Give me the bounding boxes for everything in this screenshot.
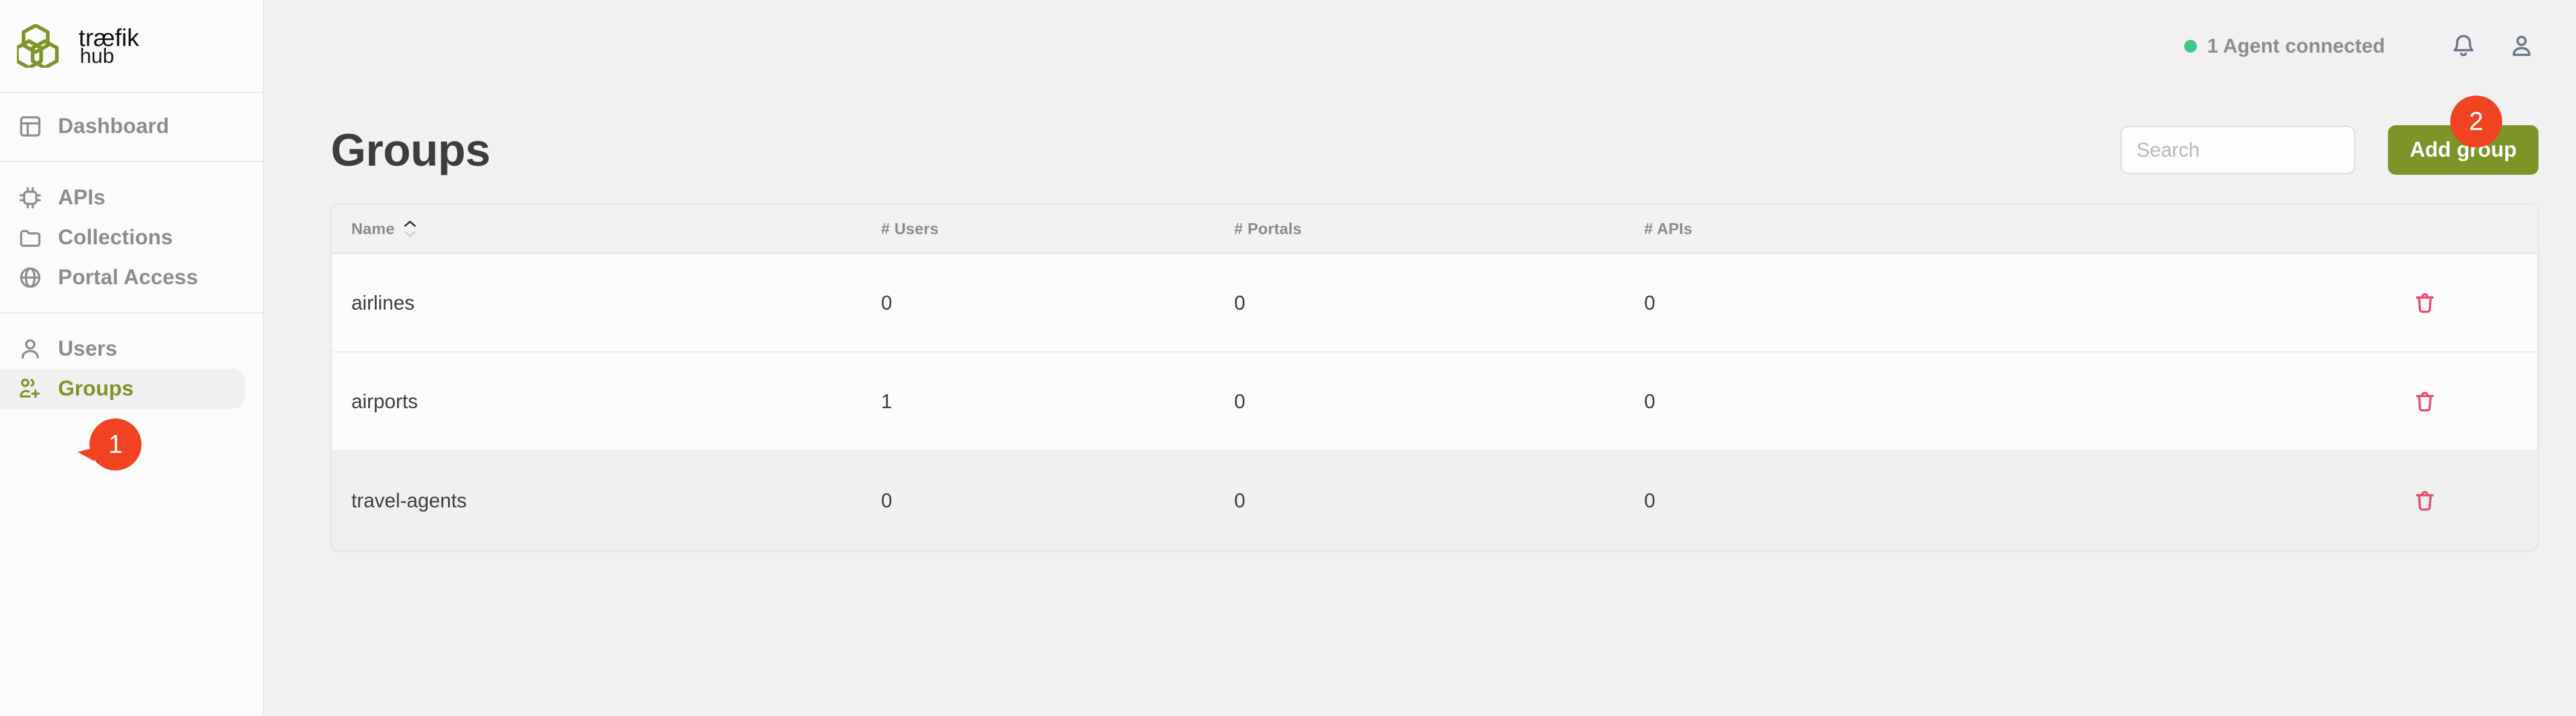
page-title: Groups bbox=[331, 125, 490, 175]
column-header-portals[interactable]: # Portals bbox=[1234, 220, 1644, 238]
cpu-chip-icon bbox=[16, 183, 45, 212]
column-header-apis[interactable]: # APIs bbox=[1644, 220, 2408, 238]
trash-icon[interactable] bbox=[2408, 484, 2441, 517]
search-box[interactable] bbox=[2121, 126, 2415, 174]
users-plus-icon bbox=[16, 374, 45, 403]
cell-portals: 0 bbox=[1234, 389, 1246, 412]
cell-name: travel-agents bbox=[351, 489, 467, 512]
annotation-badge-1: 1 bbox=[77, 418, 141, 470]
search-input[interactable] bbox=[2136, 138, 2394, 161]
trash-icon[interactable] bbox=[2408, 385, 2441, 418]
badge-number: 1 bbox=[89, 418, 141, 470]
sidebar-item-apis[interactable]: APIs bbox=[0, 178, 263, 218]
layout-dashboard-icon bbox=[16, 112, 45, 141]
sidebar-item-groups[interactable]: Groups bbox=[0, 369, 245, 409]
traefik-hexagons-logo-icon bbox=[15, 24, 73, 70]
app-root: træfik hub Dashboard APIs Collections Po… bbox=[0, 0, 2576, 716]
trash-icon[interactable] bbox=[2408, 287, 2441, 319]
sidebar-item-label: Portal Access bbox=[58, 265, 198, 289]
sidebar-item-portal-access[interactable]: Portal Access bbox=[0, 258, 263, 298]
top-bar: 1 Agent connected bbox=[264, 0, 2576, 92]
column-header-users[interactable]: # Users bbox=[881, 220, 1234, 238]
sidebar-group-catalog: APIs Collections Portal Access bbox=[0, 162, 263, 312]
cell-users: 0 bbox=[881, 489, 893, 512]
user-avatar-icon[interactable] bbox=[2505, 29, 2539, 63]
sidebar: træfik hub Dashboard APIs Collections Po… bbox=[0, 0, 264, 716]
bell-icon[interactable] bbox=[2447, 29, 2480, 63]
sidebar-item-label: APIs bbox=[58, 186, 106, 209]
add-group-button[interactable]: Add group bbox=[2388, 125, 2539, 175]
sidebar-item-label: Dashboard bbox=[58, 114, 169, 138]
agent-status: 1 Agent connected bbox=[2184, 34, 2385, 57]
sidebar-group-identity: Users Groups bbox=[0, 313, 263, 423]
sidebar-item-collections[interactable]: Collections bbox=[0, 218, 263, 258]
cell-portals: 0 bbox=[1234, 291, 1246, 314]
column-header-name[interactable]: Name bbox=[332, 220, 881, 238]
folder-icon bbox=[16, 223, 45, 252]
sidebar-item-label: Collections bbox=[58, 226, 173, 249]
sidebar-item-dashboard[interactable]: Dashboard bbox=[0, 106, 263, 146]
table-row[interactable]: travel-agents 0 0 0 bbox=[332, 451, 2537, 550]
sidebar-item-users[interactable]: Users bbox=[0, 329, 263, 369]
user-icon bbox=[16, 334, 45, 363]
cell-apis: 0 bbox=[1644, 489, 1656, 512]
table-row[interactable]: airlines 0 0 0 bbox=[332, 254, 2537, 353]
main-content: 1 Agent connected Groups Search Add grou… bbox=[264, 0, 2576, 716]
cell-name: airports bbox=[351, 389, 418, 412]
cell-portals: 0 bbox=[1234, 489, 1246, 512]
cell-actions bbox=[2408, 287, 2537, 319]
cell-apis: 0 bbox=[1644, 291, 1656, 314]
chevron-down-icon bbox=[404, 230, 416, 237]
svg-text:hub: hub bbox=[80, 45, 114, 65]
page-actions: Add group bbox=[2121, 125, 2539, 175]
page-content: Groups Add group bbox=[264, 114, 2576, 551]
sidebar-item-label: Users bbox=[58, 337, 117, 360]
chevron-up-icon bbox=[404, 220, 416, 227]
cell-apis: 0 bbox=[1644, 389, 1656, 412]
sort-indicator[interactable] bbox=[403, 220, 417, 238]
table-row[interactable]: airports 1 0 0 bbox=[332, 353, 2537, 451]
cell-actions bbox=[2408, 385, 2537, 418]
page-header: Groups Add group bbox=[331, 114, 2539, 186]
sidebar-group-main: Dashboard bbox=[0, 93, 263, 161]
agent-status-label: 1 Agent connected bbox=[2207, 34, 2385, 57]
badge-tail bbox=[77, 448, 95, 463]
cell-users: 0 bbox=[881, 291, 893, 314]
globe-icon bbox=[16, 263, 45, 292]
brand-wordmark: træfik hub bbox=[79, 28, 169, 65]
cell-actions bbox=[2408, 484, 2537, 517]
sidebar-item-label: Groups bbox=[58, 377, 134, 400]
cell-name: airlines bbox=[351, 291, 415, 314]
column-header-label: Name bbox=[351, 219, 395, 238]
table-header-row: Name # Users # Portals # APIs bbox=[332, 204, 2537, 254]
cell-users: 1 bbox=[881, 389, 893, 412]
brand-logo[interactable]: træfik hub bbox=[0, 0, 263, 92]
groups-table: Name # Users # Portals # APIs airlines 0… bbox=[331, 203, 2539, 551]
status-dot-icon bbox=[2184, 39, 2197, 53]
